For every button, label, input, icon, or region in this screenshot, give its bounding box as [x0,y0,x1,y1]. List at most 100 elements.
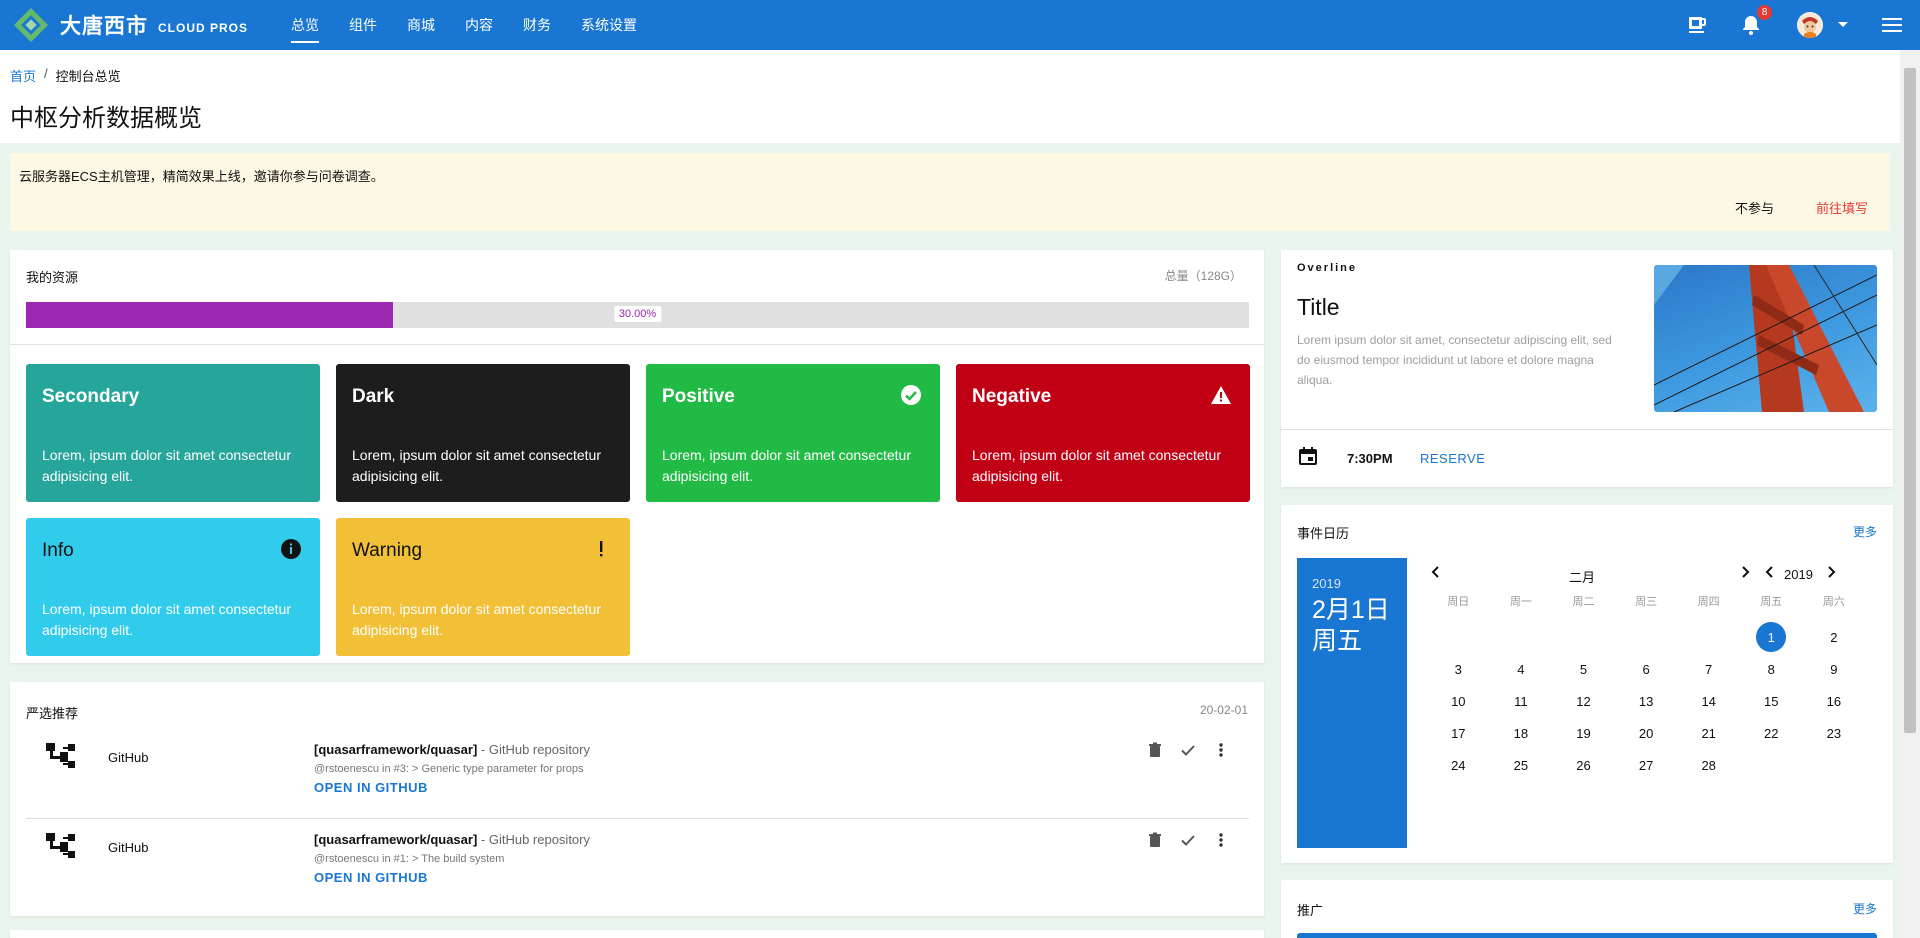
avatar[interactable] [1797,12,1823,38]
calendar-day[interactable]: 19 [1552,717,1615,749]
calendar-day[interactable]: 13 [1615,685,1678,717]
topbar-actions: 8 [1685,0,1920,50]
card-title: Title [1297,294,1340,320]
tile-body: Lorem, ipsum dolor sit amet consectetur … [42,601,291,638]
tile-secondary[interactable]: Secondary Lorem, ipsum dolor sit amet co… [26,364,320,502]
notification-bell-icon[interactable]: 8 [1739,5,1772,37]
year-label[interactable]: 2019 [1784,567,1813,582]
calendar-day[interactable]: 2 [1803,621,1866,653]
calendar-day[interactable]: 14 [1677,685,1740,717]
nav-tab-finance[interactable]: 财务 [523,0,551,50]
tile-title: Secondary [42,386,140,407]
next-year-chevron-icon[interactable] [1824,565,1838,582]
delete-icon[interactable] [1147,742,1163,758]
calendar-day[interactable]: 12 [1552,685,1615,717]
decline-button[interactable]: 不参与 [1735,198,1774,217]
tile-body: Lorem, ipsum dolor sit amet consectetur … [662,447,911,484]
scrollbar[interactable] [1900,50,1920,938]
tile-positive[interactable]: Positive Lorem, ipsum dolor sit amet con… [646,364,940,502]
menu-icon[interactable] [1880,13,1904,37]
calendar-day[interactable]: 6 [1615,653,1678,685]
calendar-day-selected[interactable]: 1 [1740,621,1803,653]
list-item: GitHub [quasarframework/quasar] - GitHub… [26,728,1249,816]
check-circle-icon [900,384,922,406]
scrollbar-thumb[interactable] [1904,68,1916,733]
calendar-day[interactable]: 5 [1552,653,1615,685]
github-icon [46,743,76,769]
card-overline: Overline [1297,262,1358,274]
calendar-day[interactable]: 11 [1490,685,1553,717]
repo-suffix: - GitHub repository [477,832,590,847]
calendar-day[interactable]: 23 [1803,717,1866,749]
next-month-chevron-icon[interactable] [1738,565,1752,582]
open-in-github-button[interactable]: OPEN IN GITHUB [314,780,428,795]
check-icon[interactable] [1180,742,1196,758]
open-in-github-button[interactable]: OPEN IN GITHUB [314,870,428,885]
selected-date[interactable]: 2月1日 周五 [1312,595,1390,657]
promo-banner [1297,933,1877,938]
calendar-more-link[interactable]: 更多 [1853,523,1877,540]
prev-year-chevron-icon[interactable] [1763,565,1777,582]
item-caption: @rstoenescu in #1: > The build system [314,853,505,865]
calendar-day[interactable]: 21 [1677,717,1740,749]
calendar-day[interactable]: 17 [1427,717,1490,749]
promo-card: 推广 更多 [1281,880,1893,938]
tile-negative[interactable]: Negative Lorem, ipsum dolor sit amet con… [956,364,1250,502]
chevron-down-icon[interactable] [1831,13,1855,37]
nav-tab-settings[interactable]: 系统设置 [581,0,637,50]
calendar-day[interactable]: 4 [1490,653,1553,685]
calendar-day[interactable]: 9 [1803,653,1866,685]
calendar-day[interactable]: 8 [1740,653,1803,685]
exclamation-icon [590,538,612,560]
resources-title: 我的资源 [26,270,79,285]
date-picker-header: 二月 2019 [1427,565,1867,587]
breadcrumb-home-link[interactable]: 首页 [10,66,36,85]
calendar-day[interactable]: 25 [1490,749,1553,781]
tile-title: Negative [972,386,1052,407]
more-vert-icon[interactable] [1213,742,1229,758]
tile-info[interactable]: Info Lorem, ipsum dolor sit amet consect… [26,518,320,656]
weekday-header: 周四 [1697,596,1720,608]
calendar-day[interactable]: 22 [1740,717,1803,749]
calendar-day[interactable]: 24 [1427,749,1490,781]
bridge-image [1654,265,1877,412]
calendar-day[interactable]: 10 [1427,685,1490,717]
calendar-day[interactable]: 28 [1677,749,1740,781]
month-label[interactable]: 二月 [1569,567,1595,586]
prev-month-chevron-icon[interactable] [1429,565,1443,582]
nav-tab-mall[interactable]: 商城 [407,0,435,50]
calendar-selected-panel: 2019 2月1日 周五 [1297,558,1407,848]
calendar-day[interactable]: 7 [1677,653,1740,685]
promo-more-link[interactable]: 更多 [1853,900,1877,917]
progress-label: 30.00% [613,306,662,322]
repo-line: [quasarframework/quasar] - GitHub reposi… [314,832,590,847]
tile-dark[interactable]: Dark Lorem, ipsum dolor sit amet consect… [336,364,630,502]
calendar-day[interactable]: 3 [1427,653,1490,685]
delete-icon[interactable] [1147,832,1163,848]
nav-tab-overview[interactable]: 总览 [291,0,320,50]
more-vert-icon[interactable] [1213,832,1229,848]
check-icon[interactable] [1180,832,1196,848]
info-icon [280,538,302,560]
calendar-day[interactable]: 20 [1615,717,1678,749]
tile-warning[interactable]: Warning Lorem, ipsum dolor sit amet cons… [336,518,630,656]
recommend-card: 严选推荐 20-02-01 GitHub [quasarframework/qu… [10,682,1264,916]
calendar-day[interactable]: 16 [1803,685,1866,717]
nav-tab-content[interactable]: 内容 [465,0,493,50]
divider [10,344,1264,345]
selected-year[interactable]: 2019 [1312,576,1341,591]
weekday-header: 周五 [1760,596,1783,608]
calendar-day[interactable]: 27 [1615,749,1678,781]
repo-suffix: - GitHub repository [477,742,590,757]
coffee-icon[interactable] [1685,13,1709,37]
calendar-blank-cell [1552,621,1615,653]
progress-fill [26,302,393,328]
nav-tab-components[interactable]: 组件 [349,0,377,50]
go-fill-button[interactable]: 前往填写 [1816,198,1868,217]
calendar-day[interactable]: 15 [1740,685,1803,717]
calendar-day[interactable]: 18 [1490,717,1553,749]
calendar-day[interactable]: 26 [1552,749,1615,781]
warning-icon [1210,384,1232,406]
reserve-button[interactable]: RESERVE [1420,451,1485,466]
brand-logo[interactable]: 大唐西市 CLOUD PROS [12,6,248,44]
